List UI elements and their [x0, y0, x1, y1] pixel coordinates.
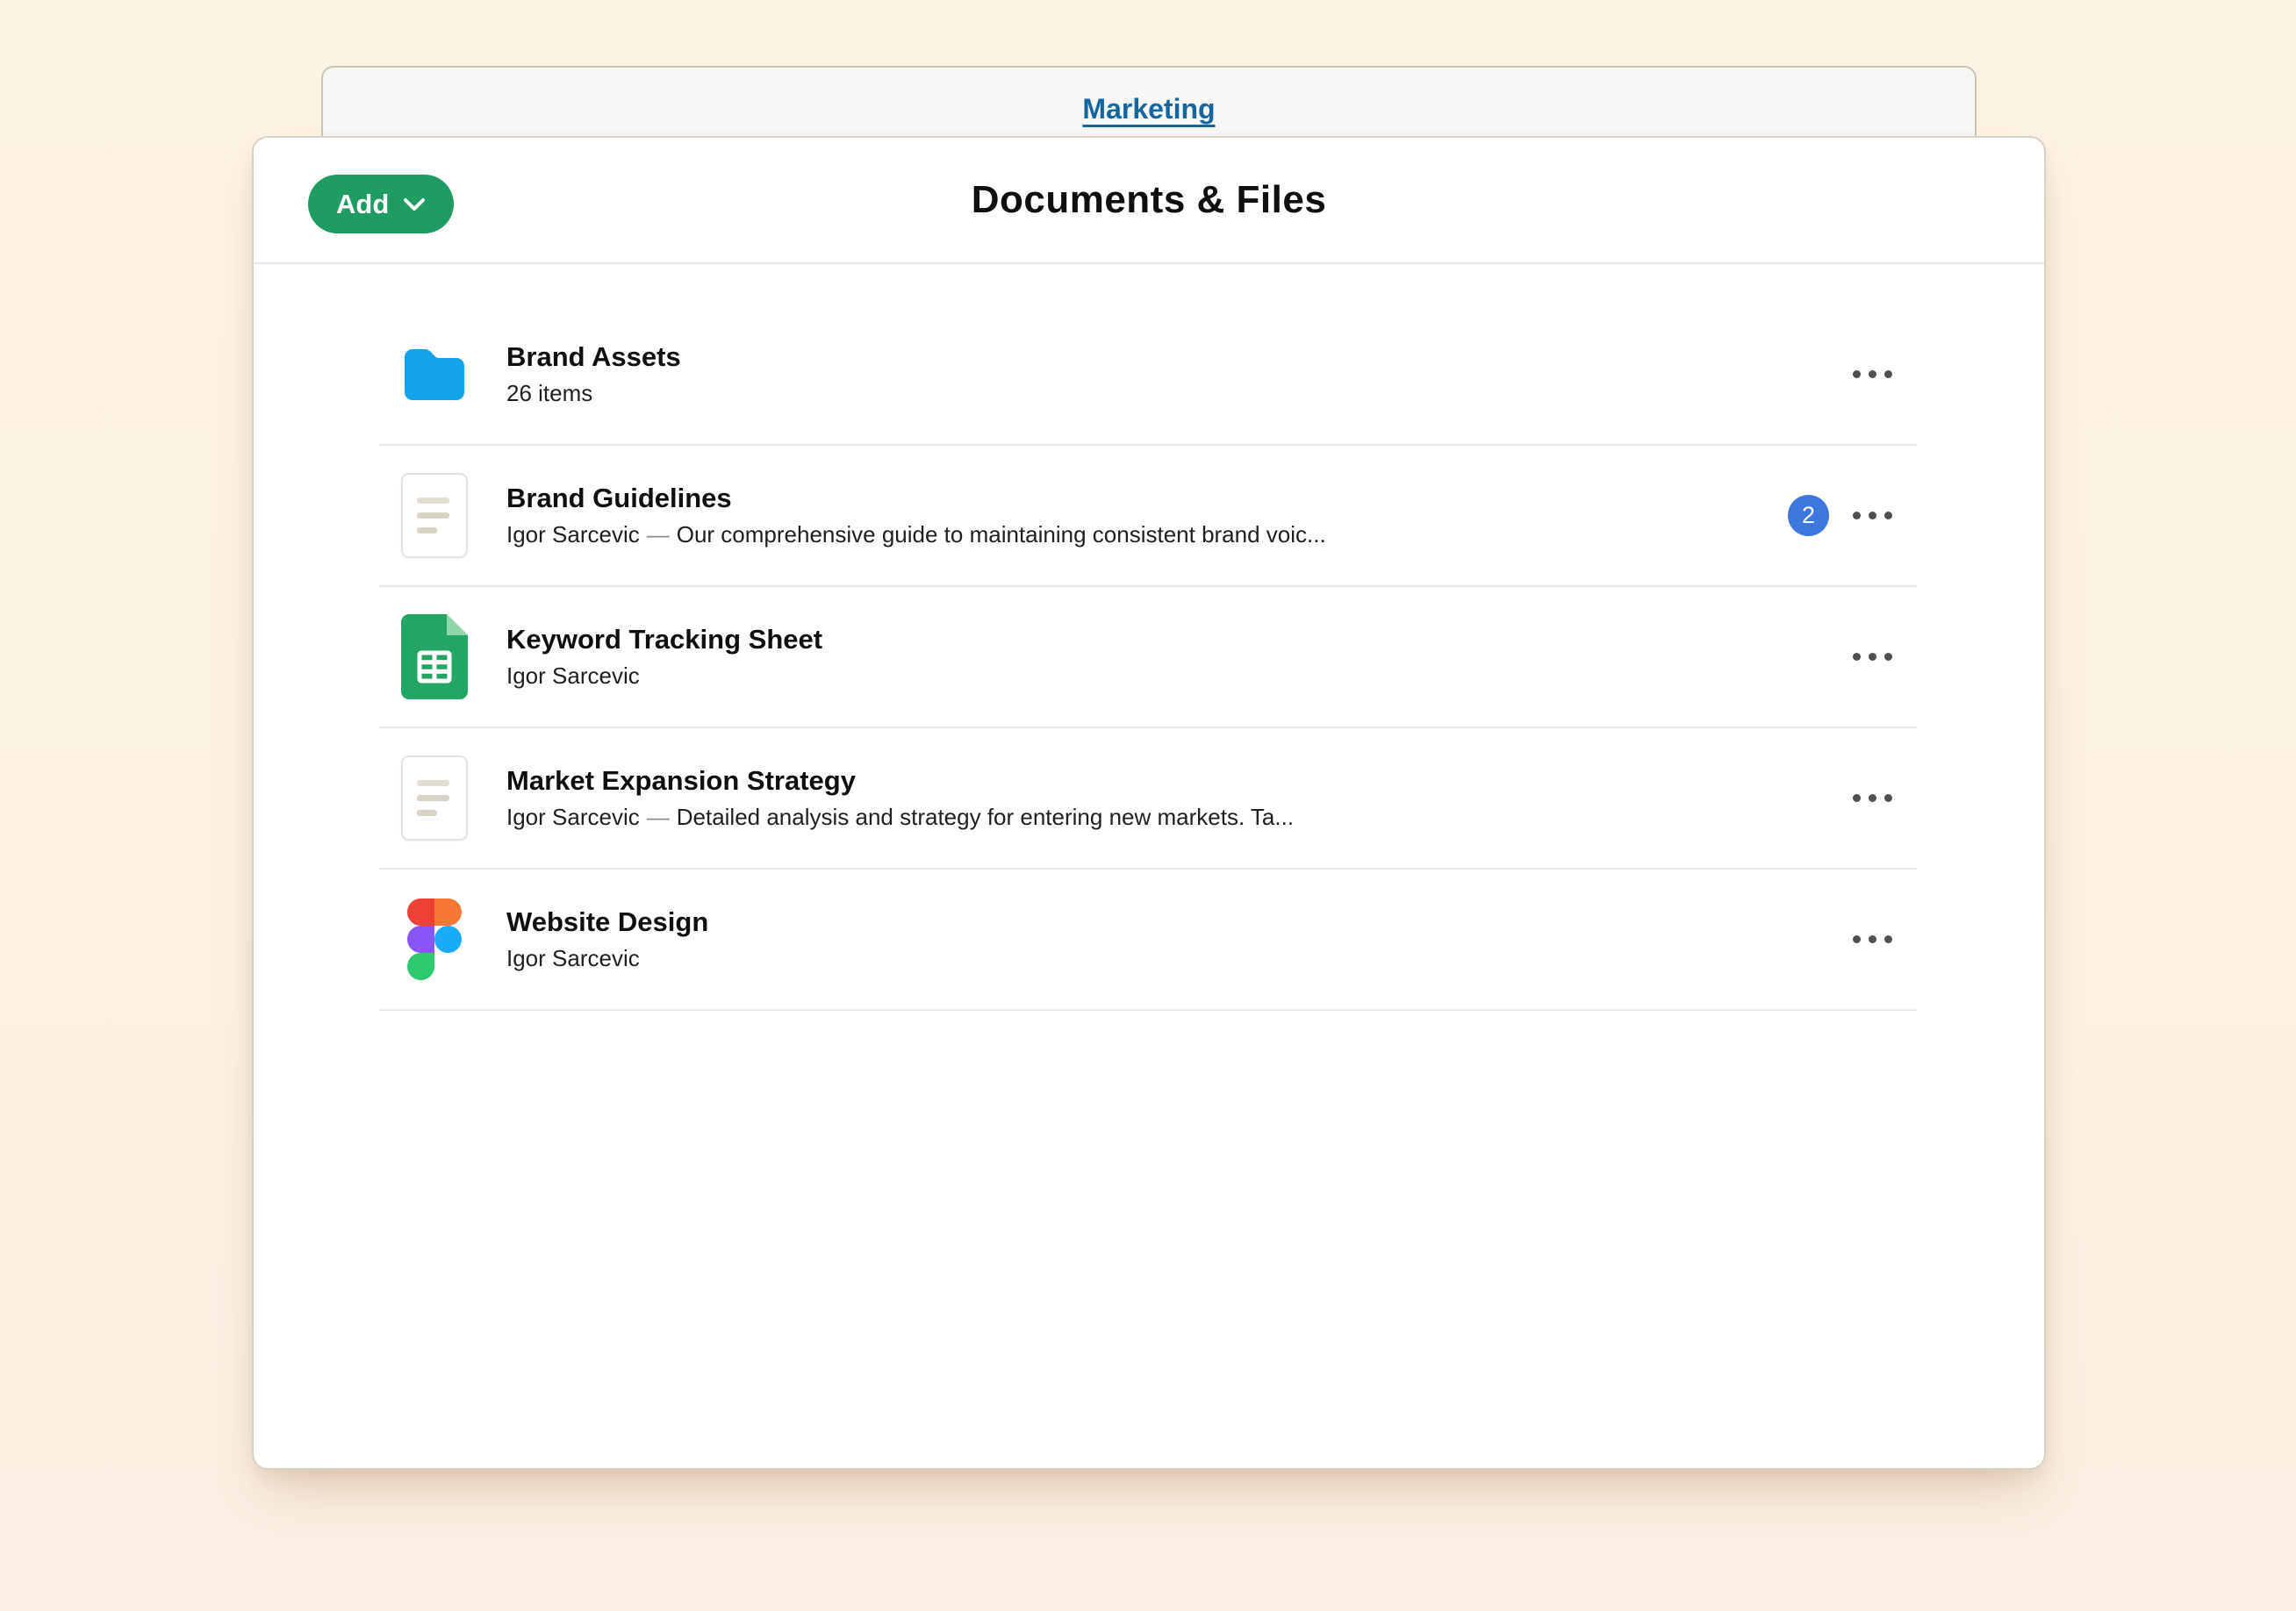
- subtitle-separator: —: [647, 521, 670, 548]
- list-item-brand-assets[interactable]: Brand Assets 26 items: [379, 304, 1917, 446]
- item-author: Igor Sarcevic: [506, 804, 640, 830]
- item-title: Keyword Tracking Sheet: [506, 624, 822, 655]
- page-title: Documents & Files: [254, 178, 2044, 222]
- item-title: Website Design: [506, 906, 708, 938]
- overflow-menu-button[interactable]: [1853, 785, 1892, 811]
- list-item-text: Website Design Igor Sarcevic: [506, 906, 708, 973]
- item-description: Our comprehensive guide to maintaining c…: [677, 521, 1326, 548]
- document-icon: [401, 755, 468, 841]
- item-title: Market Expansion Strategy: [506, 765, 1294, 797]
- page-background: { "breadcrumb": { "label": "Marketing" }…: [0, 0, 2296, 1611]
- comment-count-badge[interactable]: 2: [1788, 495, 1829, 536]
- list-item-keyword-tracking-sheet[interactable]: Keyword Tracking Sheet Igor Sarcevic: [379, 587, 1917, 728]
- list-item-text: Brand Assets 26 items: [506, 341, 681, 408]
- item-title: Brand Assets: [506, 341, 681, 373]
- documents-panel: Add Documents & Files Brand Assets 26 it…: [252, 136, 2046, 1470]
- figma-icon: [401, 899, 468, 980]
- item-description: Detailed analysis and strategy for enter…: [677, 804, 1294, 830]
- overflow-menu-button[interactable]: [1853, 644, 1892, 669]
- subtitle-separator: —: [647, 804, 670, 830]
- documents-list: Brand Assets 26 items Brand Guidelines I…: [379, 264, 1917, 1011]
- item-subtitle: Igor Sarcevic — Our comprehensive guide to…: [506, 521, 1326, 548]
- overflow-menu-button[interactable]: [1853, 362, 1892, 387]
- item-meta: 26 items: [506, 380, 681, 407]
- item-author: Igor Sarcevic: [506, 945, 708, 972]
- list-item-brand-guidelines[interactable]: Brand Guidelines Igor Sarcevic — Our compr…: [379, 446, 1917, 587]
- list-item-text: Keyword Tracking Sheet Igor Sarcevic: [506, 624, 822, 691]
- list-item-website-design[interactable]: Website Design Igor Sarcevic: [379, 870, 1917, 1011]
- breadcrumb-link-marketing[interactable]: Marketing: [1082, 92, 1215, 131]
- spreadsheet-icon: [401, 614, 468, 699]
- item-subtitle: Igor Sarcevic — Detailed analysis and stra…: [506, 804, 1294, 831]
- overflow-menu-button[interactable]: [1853, 503, 1892, 528]
- panel-header: Add Documents & Files: [254, 138, 2044, 264]
- list-item-market-expansion-strategy[interactable]: Market Expansion Strategy Igor Sarcevic —…: [379, 728, 1917, 870]
- document-icon: [401, 473, 468, 558]
- item-author: Igor Sarcevic: [506, 662, 822, 690]
- list-item-text: Brand Guidelines Igor Sarcevic — Our compr…: [506, 483, 1326, 549]
- item-title: Brand Guidelines: [506, 483, 1326, 514]
- list-item-text: Market Expansion Strategy Igor Sarcevic —…: [506, 765, 1294, 832]
- overflow-menu-button[interactable]: [1853, 927, 1892, 952]
- item-author: Igor Sarcevic: [506, 521, 640, 548]
- folder-icon: [401, 346, 468, 404]
